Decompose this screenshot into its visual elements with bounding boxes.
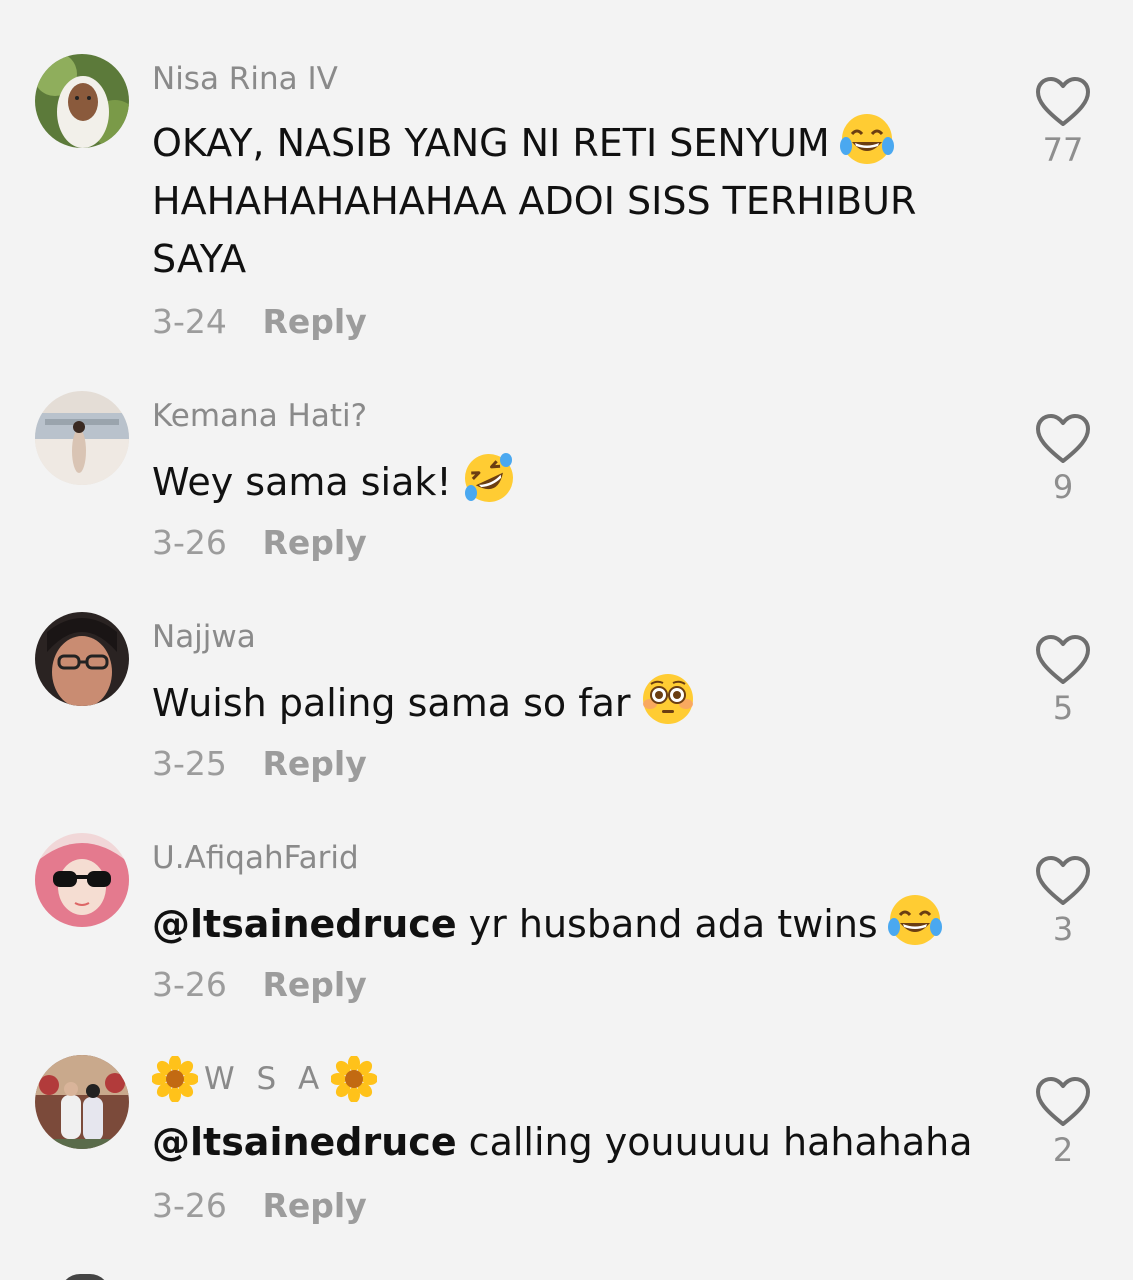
like-button[interactable]: 2 — [1020, 1076, 1106, 1166]
comment-text-line: calling youuuuu hahahaha — [456, 1120, 973, 1164]
avatar[interactable] — [35, 1055, 129, 1149]
sunflower-emoji-icon — [331, 1056, 378, 1102]
avatar-image — [35, 391, 129, 485]
mention-link[interactable]: @ltsainedruce — [152, 902, 457, 946]
reply-button[interactable]: Reply — [263, 1186, 367, 1225]
like-count: 9 — [1052, 468, 1074, 506]
avatar[interactable] — [35, 833, 129, 927]
avatar[interactable] — [35, 612, 129, 706]
comment-text: Wuish paling sama so far — [152, 672, 982, 732]
like-count: 77 — [1042, 131, 1084, 169]
comment-text-line: yr husband ada twins — [456, 902, 878, 946]
comment-meta: 3-26 Reply — [152, 968, 367, 1001]
comment-date: 3-25 — [152, 744, 227, 783]
avatar-image — [35, 612, 129, 706]
reply-button[interactable]: Reply — [263, 965, 367, 1004]
avatar-image — [35, 54, 129, 148]
reply-button[interactable]: Reply — [263, 744, 367, 783]
like-button[interactable]: 77 — [1020, 76, 1106, 166]
rolling-on-floor-laughing-emoji-icon — [462, 451, 516, 505]
comment-text-line: SAYA — [152, 237, 247, 281]
comment-username[interactable]: Najjwa — [152, 622, 256, 653]
like-button[interactable]: 9 — [1020, 413, 1106, 503]
comment-date: 3-26 — [152, 1186, 227, 1225]
like-count: 3 — [1052, 910, 1074, 948]
comment-meta: 3-24 Reply — [152, 305, 367, 338]
comment-text: @ltsainedruce calling youuuuu hahahaha — [152, 1113, 982, 1171]
heart-icon[interactable] — [1020, 855, 1106, 907]
comment-text: @ltsainedruce yr husband ada twins — [152, 893, 982, 953]
tears-of-joy-emoji-icon — [887, 893, 942, 947]
avatar-image — [35, 1055, 129, 1149]
like-count: 5 — [1052, 689, 1074, 727]
comment-meta: 3-26 Reply — [152, 1189, 367, 1222]
comments-list: Nisa Rina IV OKAY, NASIB YANG NI RETI SE… — [0, 0, 1133, 1280]
comment-username-text: W S A — [204, 1060, 326, 1097]
comment-text-line: HAHAHAHAHAHAA ADOI SISS TERHIBUR — [152, 179, 917, 223]
like-button[interactable]: 3 — [1020, 855, 1106, 945]
avatar[interactable] — [35, 391, 129, 485]
heart-icon[interactable] — [1020, 1076, 1106, 1128]
avatar-image — [35, 833, 129, 927]
comment-text-line: OKAY, NASIB YANG NI RETI SENYUM — [152, 121, 830, 165]
flushed-face-emoji-icon — [641, 672, 695, 726]
comment-meta: 3-25 Reply — [152, 747, 367, 780]
comment-meta: 3-26 Reply — [152, 526, 367, 559]
reply-button[interactable]: Reply — [263, 302, 367, 341]
comment-date: 3-26 — [152, 965, 227, 1004]
mention-link[interactable]: @ltsainedruce — [152, 1120, 457, 1164]
heart-icon[interactable] — [1020, 413, 1106, 465]
comment-username[interactable]: W S A — [152, 1056, 378, 1102]
comment-date: 3-26 — [152, 523, 227, 562]
comment-text-line: Wuish paling sama so far — [152, 681, 631, 725]
comment-text: OKAY, NASIB YANG NI RETI SENYUM HAHAHAHA… — [152, 112, 982, 288]
comment-text: Wey sama siak! — [152, 451, 982, 511]
comment-text-line: Wey sama siak! — [152, 460, 452, 504]
comment-username[interactable]: U.AfiqahFarid — [152, 843, 359, 874]
next-comment-avatar-edge — [60, 1274, 110, 1280]
like-count: 2 — [1052, 1131, 1074, 1169]
tears-of-joy-emoji-icon — [839, 112, 894, 166]
sunflower-emoji-icon — [152, 1056, 198, 1102]
comment-date: 3-24 — [152, 302, 227, 341]
heart-icon[interactable] — [1020, 76, 1106, 128]
like-button[interactable]: 5 — [1020, 634, 1106, 724]
comment-username[interactable]: Nisa Rina IV — [152, 64, 338, 95]
reply-button[interactable]: Reply — [263, 523, 367, 562]
avatar[interactable] — [35, 54, 129, 148]
comment-username[interactable]: Kemana Hati? — [152, 401, 367, 432]
heart-icon[interactable] — [1020, 634, 1106, 686]
